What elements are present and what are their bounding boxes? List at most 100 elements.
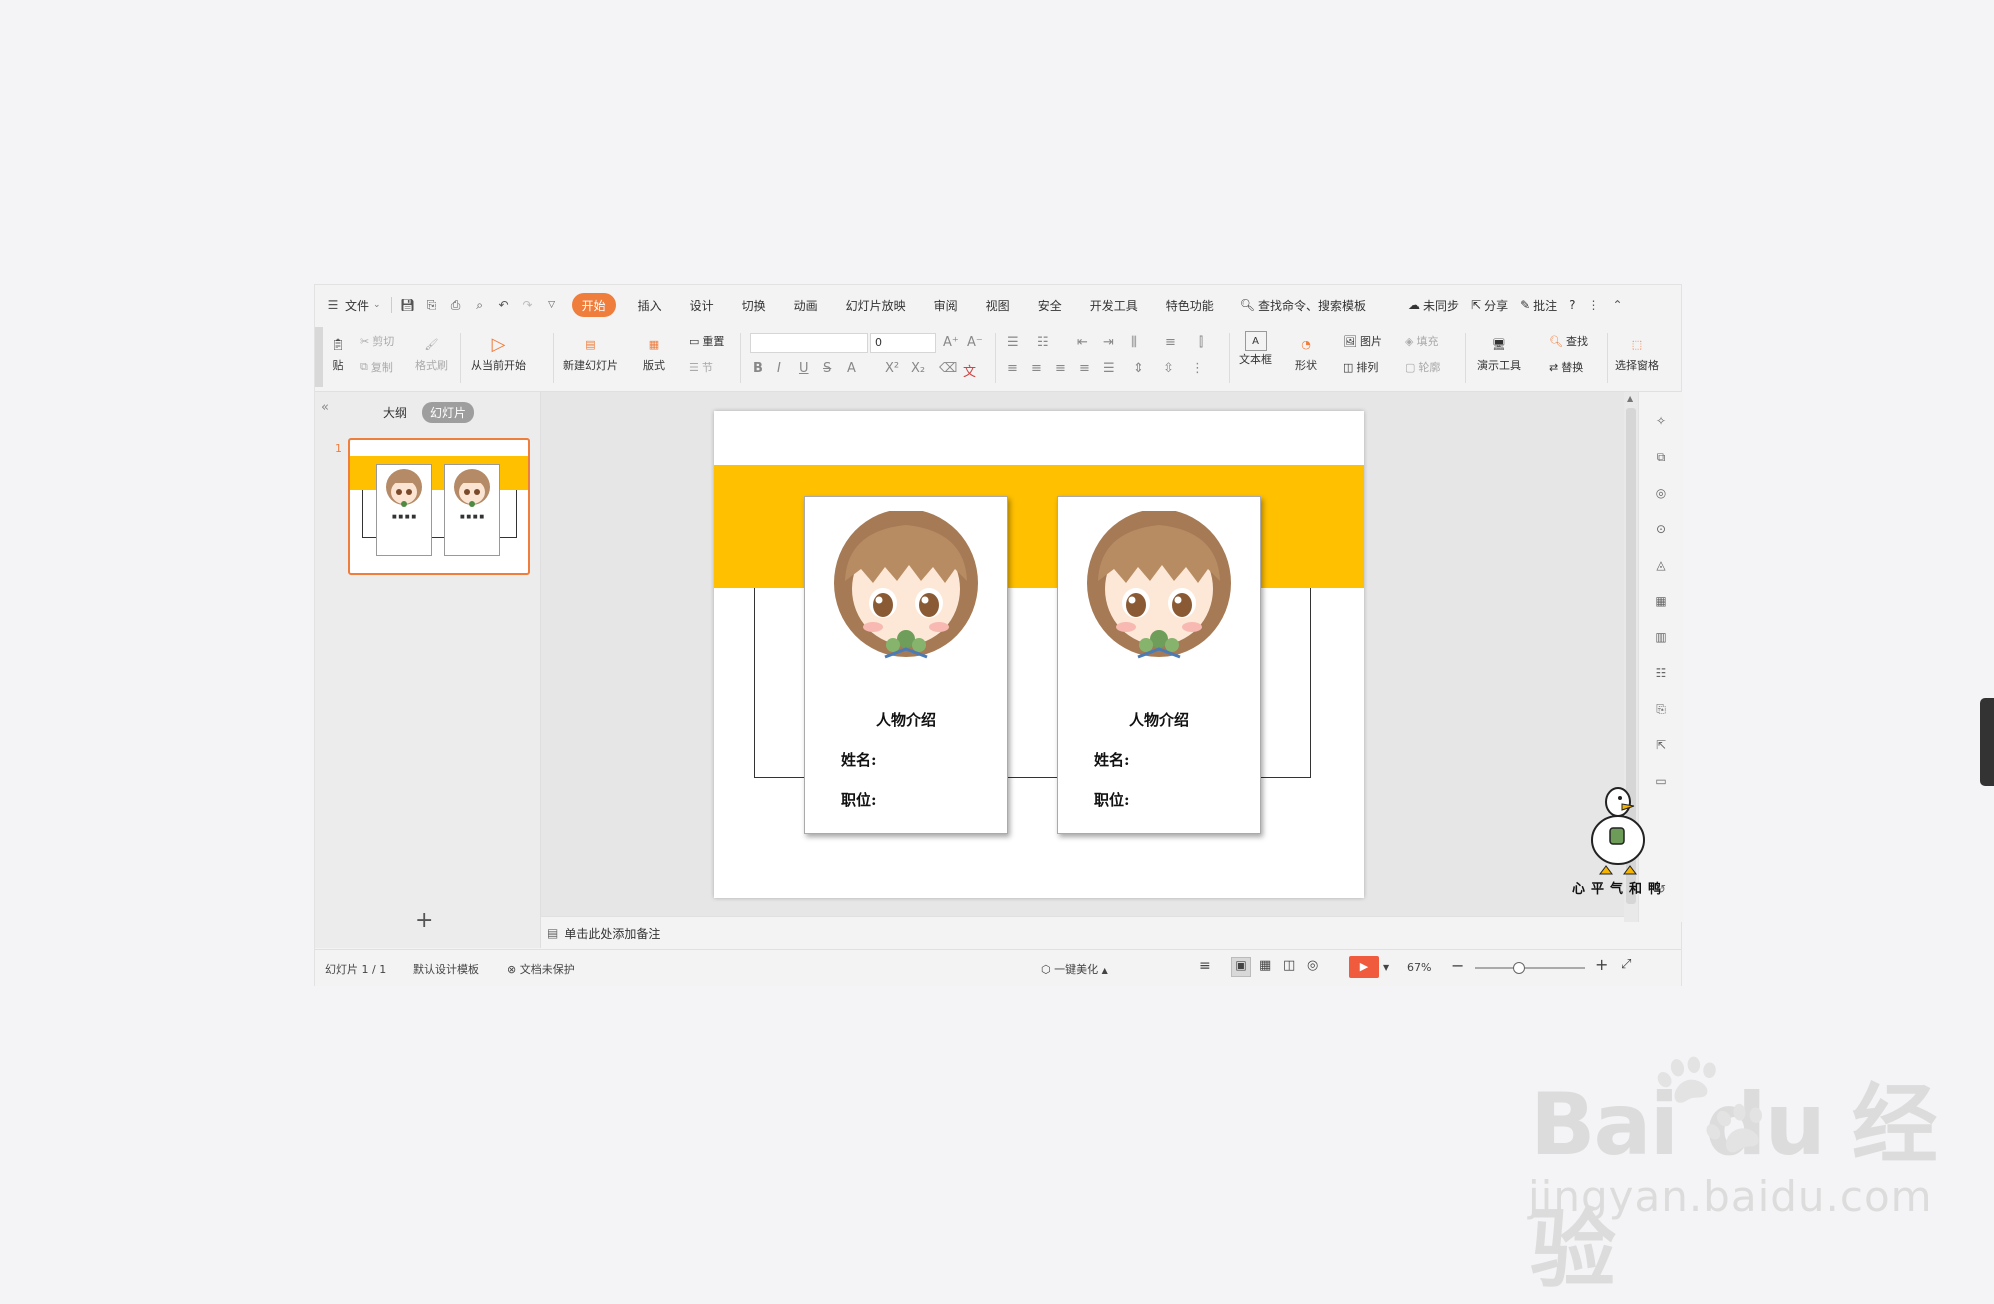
zoom-level[interactable]: 67% (1407, 961, 1431, 974)
command-search[interactable]: 🔍︎ 查找命令、搜索模板 (1234, 291, 1372, 319)
tab-security[interactable]: 安全 (1024, 293, 1076, 317)
chevron-down-icon[interactable]: ▼ (1383, 963, 1389, 972)
tab-slides[interactable]: 幻灯片 (422, 402, 475, 423)
zoom-in-icon[interactable]: + (1595, 955, 1608, 974)
hamburger-menu-icon[interactable]: ☰ (325, 297, 341, 313)
share-button[interactable]: ⇱ 分享 (1465, 291, 1514, 319)
tab-review[interactable]: 审阅 (920, 293, 972, 317)
notes-toggle-icon[interactable]: ≡ (1199, 958, 1211, 974)
export-icon[interactable]: ⇱ (1652, 736, 1670, 754)
bold-icon[interactable]: B (753, 361, 763, 376)
print-preview-icon[interactable]: ⌕ (472, 297, 488, 313)
format-painter-button[interactable]: 🖌︎ 格式刷 (415, 331, 448, 373)
layout-button[interactable]: ▦ 版式 (641, 331, 667, 373)
collapse-panel-icon[interactable]: « (321, 400, 329, 415)
new-slide-button[interactable]: ▤ 新建幻灯片 (563, 331, 618, 373)
undo-icon[interactable]: ↶ (496, 297, 512, 313)
find-button[interactable]: 🔍︎ 查找 (1549, 333, 1588, 349)
line-spacing-icon[interactable]: ≡ (1165, 335, 1176, 350)
underline-icon[interactable]: U (799, 361, 809, 376)
column-icon[interactable]: ⫿ (1199, 335, 1203, 350)
zoom-slider-thumb[interactable] (1513, 962, 1525, 974)
slide-thumbnail[interactable]: ■ ■ ■ ■ ■ ■ ■ ■ (348, 438, 530, 575)
phonetic-icon[interactable]: 文 (963, 361, 976, 380)
tab-slideshow[interactable]: 幻灯片放映 (832, 293, 920, 317)
distribute-icon[interactable]: ☰ (1103, 361, 1115, 376)
reading-view-icon[interactable]: ◫ (1283, 958, 1295, 973)
tab-developer[interactable]: 开发工具 (1076, 293, 1152, 317)
justify-icon[interactable]: ≡ (1079, 361, 1090, 376)
align-left-icon[interactable]: ≡ (1007, 361, 1018, 376)
tab-home[interactable]: 开始 (571, 293, 616, 317)
vertical-align-icon[interactable]: ⇕ (1133, 361, 1144, 376)
settings-sliders-icon[interactable]: ☷ (1652, 664, 1670, 682)
layers-icon[interactable]: ◬ (1652, 556, 1670, 574)
subscript-icon[interactable]: X₂ (911, 361, 925, 376)
slide-sorter-icon[interactable]: ▦ (1259, 958, 1271, 973)
tab-special-features[interactable]: 特色功能 (1152, 293, 1228, 317)
align-right-icon[interactable]: ≡ (1055, 361, 1066, 376)
reset-button[interactable]: ▭ 重置 (689, 333, 724, 349)
format-painter-icon[interactable]: ⎘ (424, 297, 440, 313)
replace-button[interactable]: ⇄ 替换 (1549, 359, 1583, 375)
document-search-icon[interactable]: ⎘ (1652, 700, 1670, 718)
comment-button[interactable]: ✎ 批注 (1514, 291, 1563, 319)
tab-design[interactable]: 设计 (676, 293, 728, 317)
grid-icon[interactable]: ▦ (1652, 592, 1670, 610)
bullets-icon[interactable]: ☰ (1007, 335, 1019, 350)
sync-status-button[interactable]: ☁ 未同步 (1402, 291, 1465, 319)
shape-effect-icon[interactable]: ◎ (1652, 484, 1670, 502)
tab-view[interactable]: 视图 (972, 293, 1024, 317)
file-menu[interactable]: 文件 ⌄ (345, 291, 387, 319)
increase-indent-icon[interactable]: ⇥ (1103, 335, 1114, 350)
presentation-tools-button[interactable]: 🖥︎ 演示工具 (1477, 331, 1521, 373)
picture-button[interactable]: 🖼︎ 图片 (1343, 333, 1382, 349)
tab-animations[interactable]: 动画 (780, 293, 832, 317)
eraser-icon[interactable]: ⌫ (939, 361, 957, 376)
notes-pane[interactable]: ▤ 单击此处添加备注 (541, 916, 1624, 949)
shape-button[interactable]: ◔ 形状 (1293, 331, 1319, 373)
tab-insert[interactable]: 插入 (624, 293, 676, 317)
outline-button[interactable]: ▢ 轮廓 (1405, 359, 1440, 375)
font-name-select[interactable] (750, 333, 868, 353)
strikethrough-icon[interactable]: S (823, 361, 831, 376)
presenter-view-icon[interactable]: ◎ (1307, 958, 1318, 973)
more-options-icon[interactable]: ⋮ (1586, 297, 1602, 313)
copy-button[interactable]: ⧉ 复制 (360, 359, 393, 375)
text-box-button[interactable]: A 文本框 (1239, 331, 1272, 367)
redo-icon[interactable]: ↷ (520, 297, 536, 313)
chart-icon[interactable]: ▥ (1652, 628, 1670, 646)
align-center-icon[interactable]: ≡ (1031, 361, 1042, 376)
font-size-select[interactable]: 0 (870, 333, 936, 353)
normal-view-icon[interactable]: ▣ (1231, 957, 1251, 977)
magic-icon[interactable]: ✧ (1652, 412, 1670, 430)
style-icon[interactable]: ⧉ (1652, 448, 1670, 466)
zoom-out-icon[interactable]: − (1451, 956, 1464, 975)
start-from-current-button[interactable]: ▷ 从当前开始 (471, 331, 526, 373)
italic-icon[interactable]: I (777, 361, 781, 376)
template-name[interactable]: 默认设计模板 (413, 961, 479, 977)
selection-pane-button[interactable]: ⬚ 选择窗格 (1615, 331, 1659, 373)
slide-editing-canvas[interactable]: 人物介绍 姓名: 职位: 人物介绍 姓名: 职位: (541, 392, 1683, 916)
print-icon[interactable]: ⎙ (448, 297, 464, 313)
profile-card[interactable]: 人物介绍 姓名: 职位: (1057, 496, 1261, 834)
numbering-icon[interactable]: ☷ (1037, 335, 1049, 350)
decrease-font-icon[interactable]: A⁻ (967, 335, 983, 350)
save-icon[interactable]: 💾︎ (400, 297, 416, 313)
paste-button[interactable]: 📋︎ 贴 (325, 331, 351, 373)
tab-transitions[interactable]: 切换 (728, 293, 780, 317)
tab-outline[interactable]: 大纲 (375, 402, 415, 423)
slide[interactable]: 人物介绍 姓名: 职位: 人物介绍 姓名: 职位: (714, 411, 1364, 898)
profile-card[interactable]: 人物介绍 姓名: 职位: (804, 496, 1008, 834)
one-click-beautify-button[interactable]: ⬡ 一键美化 ▲ (1041, 961, 1108, 977)
font-color-icon[interactable]: A (847, 361, 856, 376)
ribbon-scroll-left-handle[interactable] (315, 327, 323, 387)
fill-button[interactable]: ◈ 填充 (1405, 333, 1438, 349)
help-button[interactable]: ? (1563, 291, 1581, 319)
convert-smartart-icon[interactable]: ⋮ (1191, 361, 1204, 376)
quick-access-more-icon[interactable]: ▽ (544, 297, 560, 313)
location-icon[interactable]: ⊙ (1652, 520, 1670, 538)
document-protection[interactable]: ⊗ 文档未保护 (507, 961, 575, 977)
superscript-icon[interactable]: X² (885, 361, 899, 376)
paragraph-spacing-icon[interactable]: ⇳ (1163, 361, 1174, 376)
